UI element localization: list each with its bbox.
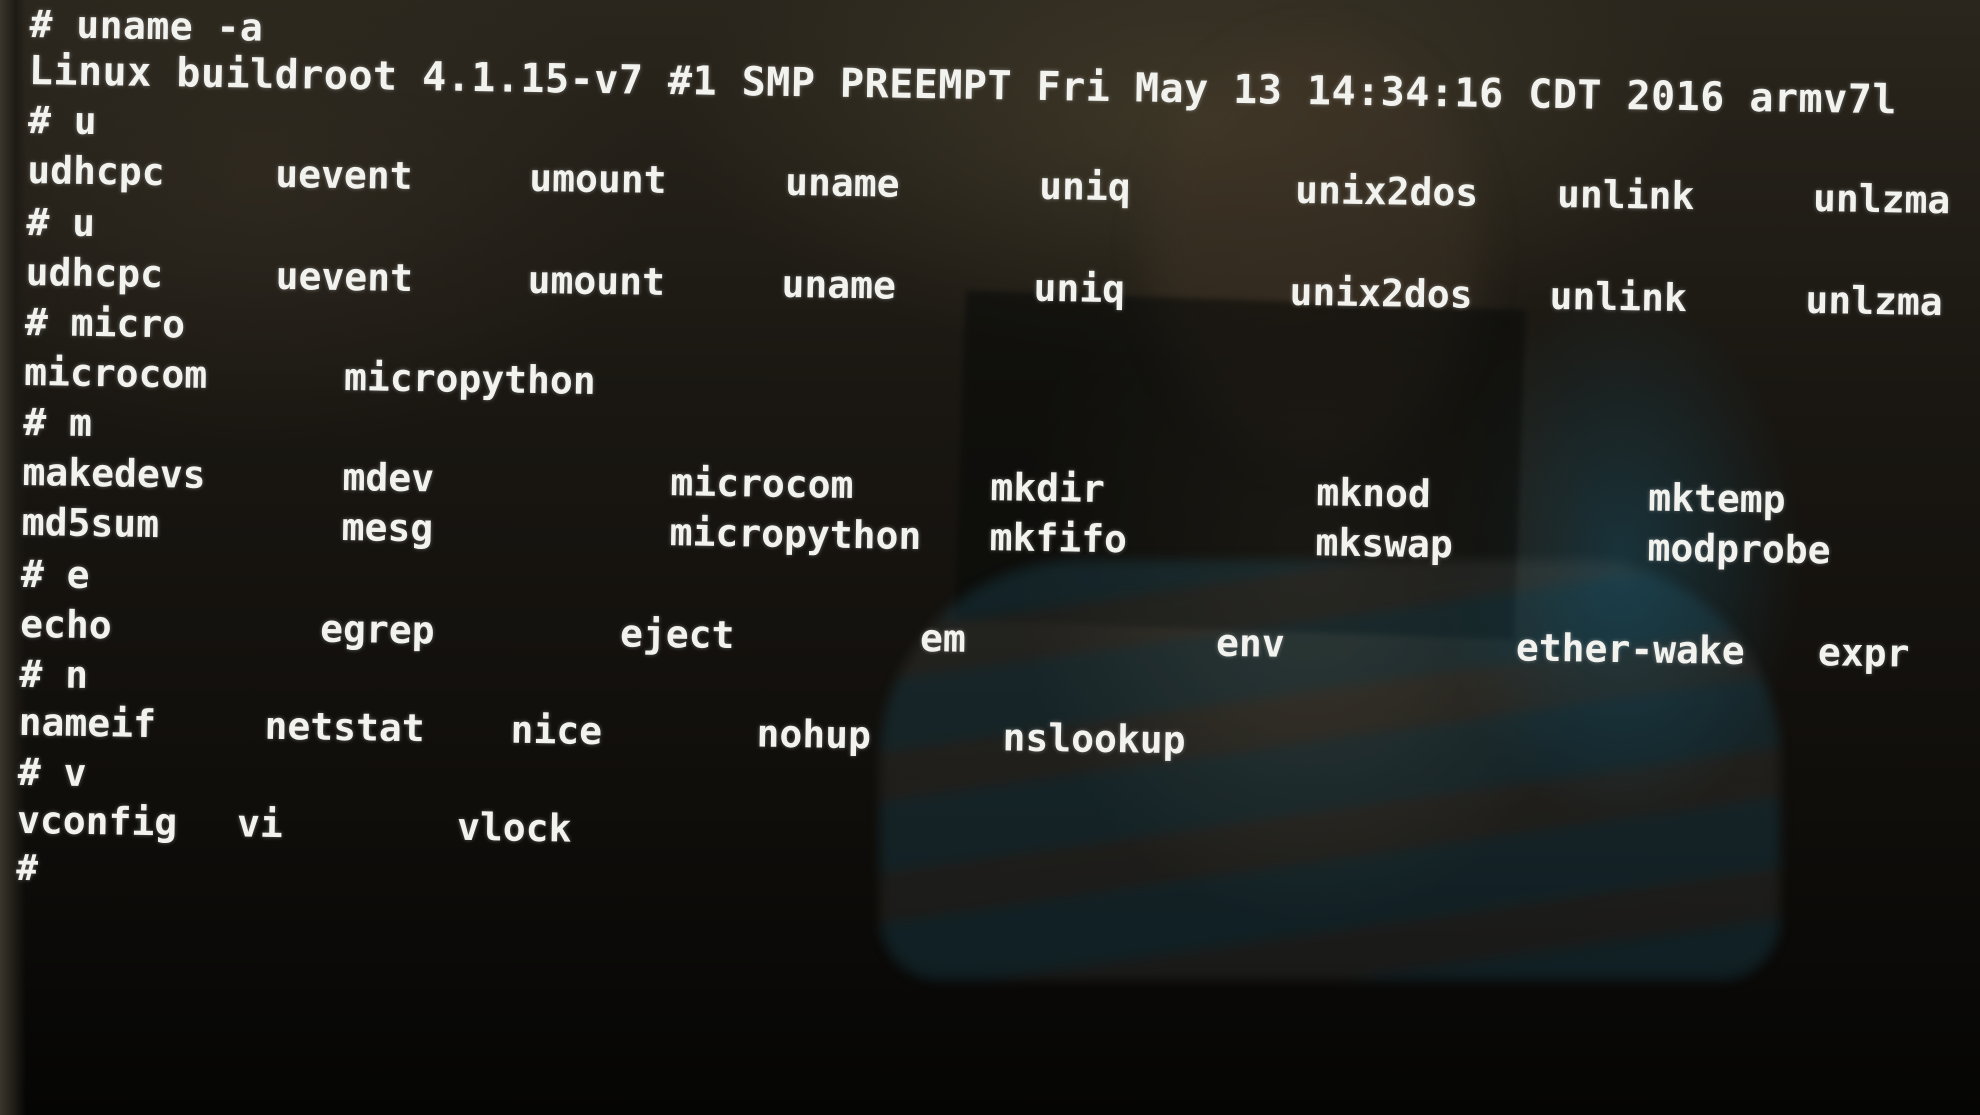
prompt-line: # v	[17, 749, 87, 795]
completion-item: microcom	[670, 460, 854, 507]
completion-item: mkfifo	[989, 515, 1128, 562]
completion-item: mktemp	[1648, 475, 1786, 522]
completion-item: expr	[1817, 630, 1910, 676]
completion-item: mknod	[1316, 470, 1432, 517]
completion-item: nohup	[756, 711, 872, 758]
completion-item: nice	[510, 707, 603, 754]
completion-item: uname	[781, 261, 897, 308]
completion-item: unix2dos	[1294, 167, 1479, 215]
completion-item: vi	[236, 801, 284, 847]
terminal-output[interactable]: # uname -a Linux buildroot 4.1.15-v7 #1 …	[12, 0, 1969, 1115]
completion-item: unlzma	[1805, 277, 1944, 325]
prompt-line: # u	[26, 199, 96, 246]
prompt-line: # u	[27, 97, 98, 144]
completion-item: em	[919, 616, 967, 661]
completion-item: vconfig	[16, 797, 178, 845]
prompt-line: # e	[20, 551, 90, 598]
completion-item: uevent	[275, 253, 414, 301]
completion-item: mdev	[342, 454, 435, 501]
completion-item: uniq	[1033, 265, 1126, 312]
completion-item: eject	[619, 611, 735, 658]
completion-item: vlock	[456, 804, 572, 851]
completion-item: md5sum	[21, 499, 160, 547]
completion-item: unlink	[1556, 172, 1695, 219]
completion-item: ether-wake	[1515, 625, 1746, 674]
completion-item: mkdir	[990, 465, 1106, 511]
terminal-screen: # uname -a Linux buildroot 4.1.15-v7 #1 …	[0, 0, 1980, 1115]
completion-item: uniq	[1038, 163, 1132, 210]
completion-item: mesg	[341, 504, 434, 551]
completion-item: uevent	[274, 151, 413, 199]
completion-item: unlzma	[1812, 176, 1951, 223]
completion-item: umount	[527, 257, 666, 305]
completion-item: mkswap	[1315, 520, 1454, 567]
completion-item: umount	[528, 155, 667, 203]
prompt-line: # micro	[24, 299, 186, 347]
completion-item: nslookup	[1002, 715, 1186, 763]
prompt-line: # n	[19, 651, 89, 697]
completion-item: uname	[784, 159, 900, 206]
completion-item: nameif	[18, 699, 157, 747]
completion-item: echo	[19, 601, 113, 648]
completion-item: microcom	[23, 349, 208, 397]
completion-item: modprobe	[1647, 525, 1831, 573]
completion-item: udhcpc	[26, 147, 165, 195]
prompt-line: # m	[23, 399, 93, 446]
completion-item: makedevs	[22, 449, 206, 497]
prompt-line: #	[16, 847, 39, 890]
completion-item: env	[1215, 620, 1286, 666]
completion-item: netstat	[264, 703, 426, 751]
prompt-line: # uname -a	[29, 1, 264, 50]
completion-item: unix2dos	[1289, 269, 1473, 317]
completion-item: micropython	[669, 510, 922, 559]
completion-item: udhcpc	[25, 249, 164, 297]
completion-item: unlink	[1549, 273, 1688, 321]
completion-item: micropython	[343, 354, 597, 403]
completion-item: egrep	[319, 606, 435, 653]
